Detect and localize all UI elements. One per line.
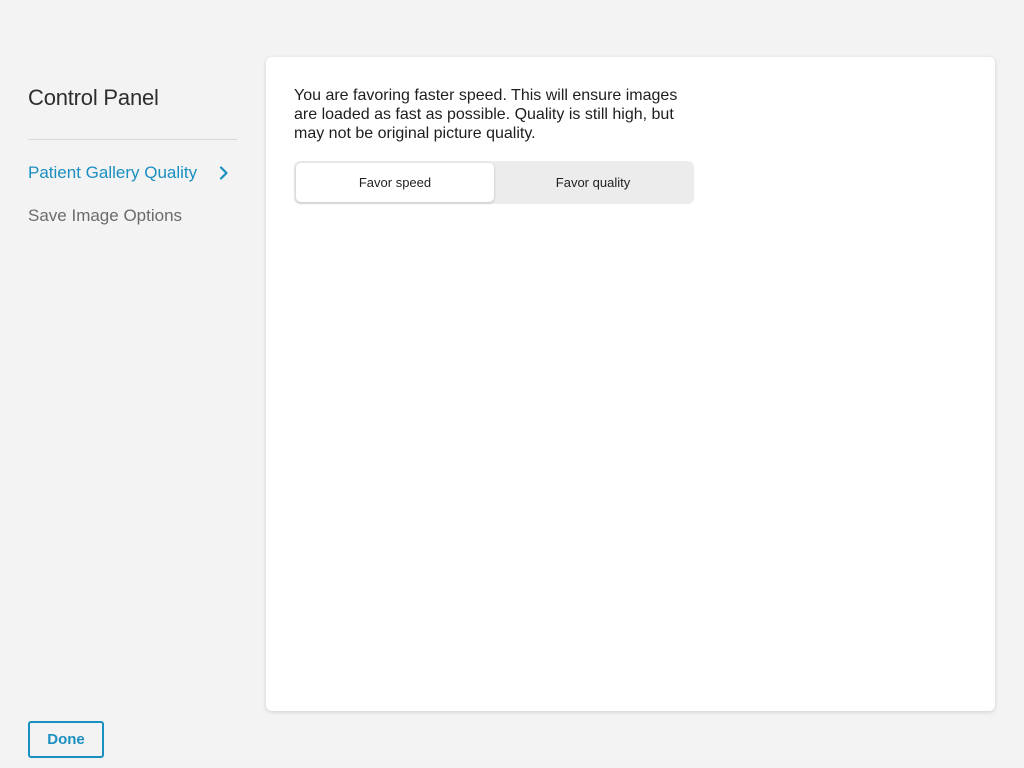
sidebar-item-save-image-options[interactable]: Save Image Options xyxy=(28,202,237,230)
sidebar-item-label: Save Image Options xyxy=(28,206,183,225)
quality-description: You are favoring faster speed. This will… xyxy=(294,87,678,142)
sidebar-item-label: Patient Gallery Quality xyxy=(28,163,198,182)
done-button[interactable]: Done xyxy=(28,721,104,758)
speed-quality-segmented-control: Favor speed Favor quality xyxy=(294,161,694,204)
control-panel-page: Control Panel Patient Gallery Quality Sa… xyxy=(0,0,1024,768)
sidebar-item-patient-gallery-quality[interactable]: Patient Gallery Quality xyxy=(28,159,237,187)
content-card: You are favoring faster speed. This will… xyxy=(266,57,995,711)
sidebar: Control Panel Patient Gallery Quality Sa… xyxy=(28,0,237,768)
favor-quality-segment[interactable]: Favor quality xyxy=(494,163,692,202)
sidebar-divider xyxy=(28,139,237,140)
favor-speed-segment[interactable]: Favor speed xyxy=(296,163,494,202)
sidebar-title: Control Panel xyxy=(28,85,159,110)
chevron-right-icon xyxy=(217,166,231,180)
